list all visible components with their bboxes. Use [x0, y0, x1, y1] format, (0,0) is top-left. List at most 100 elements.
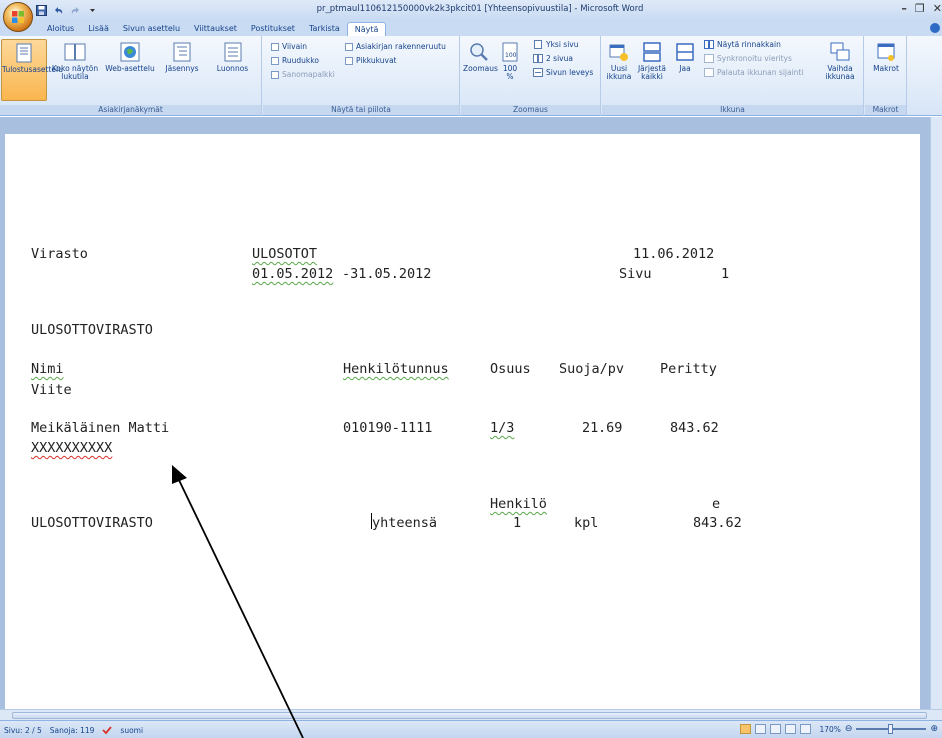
zoom-level[interactable]: 170%: [819, 725, 840, 734]
zoom-in-icon[interactable]: ⊕: [930, 724, 938, 734]
row-protected-dec: .69: [598, 420, 623, 436]
print-layout-view-icon[interactable]: [740, 724, 752, 734]
outline-view-icon[interactable]: [785, 724, 797, 734]
arrange-all-icon: [643, 42, 661, 62]
split-button[interactable]: Jaa: [672, 39, 698, 73]
zoom-slider-thumb[interactable]: [888, 724, 894, 734]
print-layout-button[interactable]: Tulostusasettelu: [1, 39, 63, 101]
report-date: 11.06.2012: [633, 246, 715, 262]
document-map-label: Asiakirjan rakenneruutu: [356, 42, 446, 51]
total-unit: kpl: [574, 515, 599, 531]
web-layout-button[interactable]: Web-asettelu: [102, 39, 158, 73]
page-count[interactable]: Sivu: 2 / 5: [4, 726, 42, 735]
group-label-window: Ikkuna: [602, 105, 863, 115]
thumbnails-checkbox[interactable]: Pikkukuvat: [345, 56, 397, 65]
macros-button[interactable]: Makrot: [869, 39, 903, 73]
group-label-zoom: Zoomaus: [461, 105, 600, 115]
zoom-100-bottom: %: [506, 72, 514, 81]
page-label: Sivu: [619, 266, 652, 282]
new-window-icon: [609, 44, 628, 61]
page-width-label: Sivun leveys: [546, 68, 594, 77]
tab-references[interactable]: Viittaukset: [187, 22, 244, 36]
zoom-out-icon[interactable]: ⊖: [845, 724, 853, 734]
sync-scroll-button[interactable]: Synkronoitu vieritys: [704, 54, 792, 63]
draft-view-icon[interactable]: [800, 724, 812, 734]
web-layout-icon: [120, 42, 140, 62]
minimize-icon[interactable]: –: [901, 2, 907, 15]
new-window-button[interactable]: Uusi ikkuna: [604, 39, 634, 81]
side-by-side-label: Näytä rinnakkain: [717, 40, 781, 49]
two-pages-icon: [533, 54, 543, 63]
row-protected-int: 21: [582, 420, 599, 436]
zoom-button[interactable]: Zoomaus: [463, 39, 498, 73]
tab-insert[interactable]: Lisää: [81, 22, 116, 36]
status-right: 170% ⊖ ⊕: [740, 724, 938, 734]
office-name: ULOSOTTOVIRASTO: [31, 322, 153, 338]
draft-button[interactable]: Luonnos: [205, 39, 260, 73]
switch-windows-button[interactable]: Vaihda ikkunaa: [820, 39, 860, 81]
gridlines-checkbox[interactable]: Ruudukko: [271, 56, 319, 65]
one-page-icon: [534, 40, 542, 49]
full-screen-reading-button[interactable]: Koko näytön lukutila: [50, 39, 100, 81]
zoom-slider[interactable]: [856, 724, 927, 734]
window-title: pr_ptmaul110612150000vk2k3pkcit01 [Yhtee…: [316, 4, 644, 14]
row-share: 1/3: [490, 420, 515, 436]
one-page-button[interactable]: Yksi sivu: [533, 40, 578, 49]
ribbon-tabs-row: Aloitus Lisää Sivun asettelu Viittaukset…: [0, 20, 942, 36]
ribbon-tabs: Aloitus Lisää Sivun asettelu Viittaukset…: [40, 22, 387, 36]
full-screen-reading-label: Koko näytön lukutila: [51, 64, 99, 81]
zoom-100-icon: 100: [502, 42, 518, 62]
redo-icon[interactable]: [70, 5, 81, 16]
document-map-checkbox[interactable]: Asiakirjan rakenneruutu: [345, 42, 446, 51]
save-icon[interactable]: [36, 4, 47, 16]
close-icon[interactable]: ✕: [933, 2, 942, 15]
customize-toolbar-icon[interactable]: [87, 5, 98, 16]
ruler-checkbox-box: [271, 42, 279, 51]
side-by-side-button[interactable]: Näytä rinnakkain: [704, 40, 781, 49]
period-end: -31.05.2012: [342, 266, 432, 282]
total-person-label: Henkilö: [490, 496, 547, 512]
header-protected: Suoja/pv: [559, 361, 625, 377]
language[interactable]: suomi: [120, 726, 143, 735]
new-window-label-2: ikkuna: [606, 72, 632, 81]
arrange-all-button[interactable]: Järjestä kaikki: [636, 39, 668, 81]
message-bar-checkbox-box: [271, 70, 279, 79]
header-share: Osuus: [490, 361, 531, 377]
tab-review[interactable]: Tarkista: [302, 22, 347, 36]
group-show-hide: Viivain Ruudukko Sanomapalkki Asiakirjan…: [263, 36, 460, 116]
header-reference: Viite: [31, 382, 72, 398]
zoom-label: Zoomaus: [463, 64, 498, 73]
proofing-icon[interactable]: [102, 725, 113, 735]
row-collected: 843.62: [670, 420, 719, 436]
switch-windows-label-2: ikkunaa: [825, 72, 855, 81]
tab-page-layout[interactable]: Sivun asettelu: [116, 22, 187, 36]
message-bar-checkbox[interactable]: Sanomapalkki: [271, 70, 335, 79]
tab-mailings[interactable]: Postitukset: [244, 22, 302, 36]
tab-home[interactable]: Aloitus: [40, 22, 81, 36]
horizontal-scroll-thumb[interactable]: [12, 712, 927, 719]
tab-view[interactable]: Näytä: [346, 22, 387, 36]
split-label: Jaa: [679, 64, 691, 73]
help-icon[interactable]: [930, 23, 940, 33]
page-width-button[interactable]: Sivun leveys: [533, 68, 593, 77]
vertical-scrollbar[interactable]: [930, 117, 942, 709]
two-pages-button[interactable]: 2 sivua: [533, 54, 573, 63]
restore-icon[interactable]: ❐: [915, 2, 925, 15]
document-page[interactable]: Virasto ULOSOTOT 11.06.2012 01.05.2012 -…: [5, 134, 920, 709]
svg-text:100: 100: [505, 52, 517, 59]
office-button[interactable]: [3, 2, 33, 32]
split-icon: [676, 43, 694, 61]
outline-button[interactable]: Jäsennys: [160, 39, 204, 73]
web-layout-view-icon[interactable]: [770, 724, 782, 734]
page-number: 1: [721, 266, 730, 282]
undo-icon[interactable]: [53, 5, 64, 16]
quick-access-toolbar: [36, 3, 98, 17]
horizontal-scrollbar[interactable]: [0, 709, 942, 720]
ruler-checkbox[interactable]: Viivain: [271, 42, 307, 51]
reset-window-position-label: Palauta ikkunan sijainti: [717, 68, 804, 77]
message-bar-label: Sanomapalkki: [282, 70, 335, 79]
reset-window-position-button[interactable]: Palauta ikkunan sijainti: [704, 68, 803, 77]
full-screen-view-icon[interactable]: [755, 724, 767, 734]
zoom-100-button[interactable]: 100 100 %: [497, 39, 523, 81]
word-count[interactable]: Sanoja: 119: [50, 726, 95, 735]
